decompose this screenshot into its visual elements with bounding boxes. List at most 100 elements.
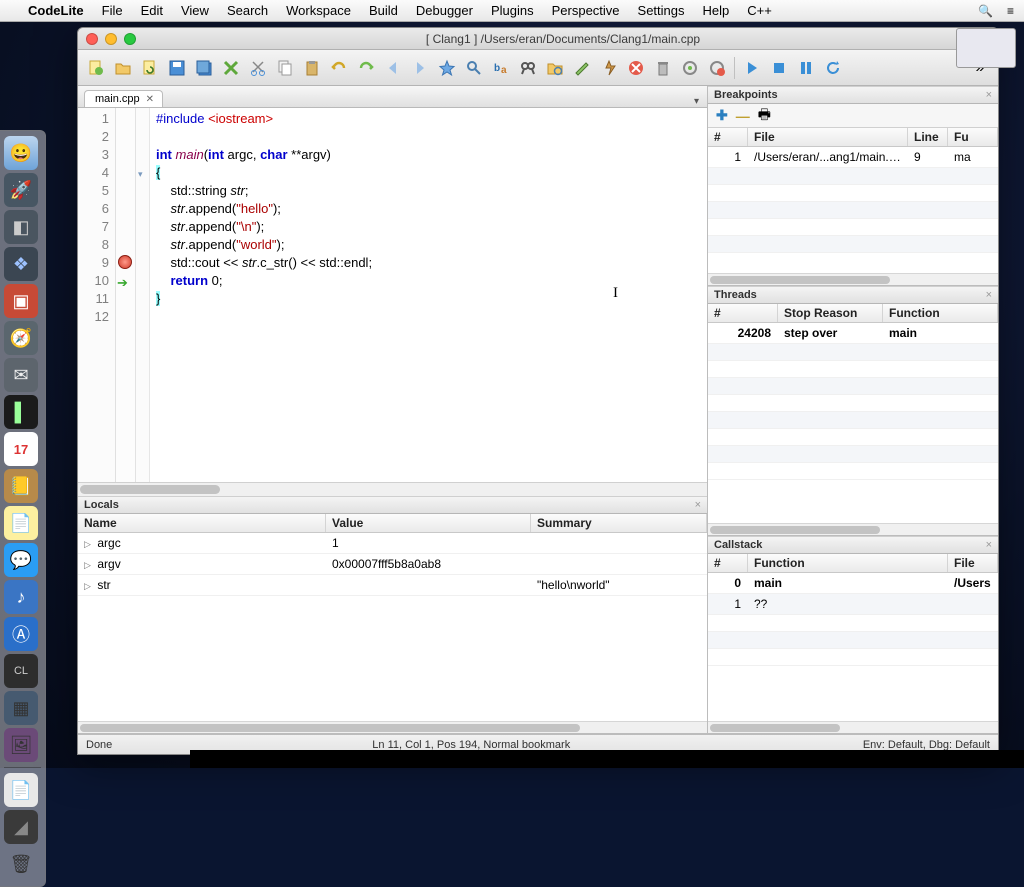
threads-hscrollbar[interactable] — [708, 523, 998, 535]
threads-close-icon[interactable]: × — [986, 289, 992, 301]
reload-icon[interactable] — [138, 56, 162, 80]
menubar-plugins[interactable]: Plugins — [491, 3, 534, 18]
build-icon[interactable] — [597, 56, 621, 80]
close-icon[interactable] — [219, 56, 243, 80]
menubar-view[interactable]: View — [181, 3, 209, 18]
cut-icon[interactable] — [246, 56, 270, 80]
dock-messages-icon[interactable]: 💬 — [4, 543, 38, 577]
dock-launchpad-icon[interactable]: 🚀 — [4, 173, 38, 207]
dock-notes-icon[interactable]: 📄 — [4, 506, 38, 540]
menubar-app[interactable]: CodeLite — [28, 3, 84, 18]
menubar-file[interactable]: File — [102, 3, 123, 18]
debug-pause-icon[interactable] — [794, 56, 818, 80]
remove-breakpoint-icon[interactable]: — — [736, 108, 750, 124]
open-folder-icon[interactable] — [111, 56, 135, 80]
menubar-perspective[interactable]: Perspective — [552, 3, 620, 18]
breakpoints-close-icon[interactable]: × — [986, 89, 992, 101]
dock-contacts-icon[interactable]: 📒 — [4, 469, 38, 503]
dock-document-icon[interactable]: 📄 — [4, 773, 38, 807]
locals-hscrollbar[interactable] — [78, 721, 707, 733]
menubar-search[interactable]: Search — [227, 3, 268, 18]
undo-icon[interactable] — [327, 56, 351, 80]
highlight-icon[interactable] — [570, 56, 594, 80]
dock-itunes-icon[interactable]: ♪ — [4, 580, 38, 614]
dock-trash-icon[interactable]: 🗑 — [4, 847, 38, 881]
forward-icon[interactable] — [408, 56, 432, 80]
dock-disk-icon[interactable]: ◢ — [4, 810, 38, 844]
spotlight-icon[interactable]: 🔍 — [978, 4, 993, 18]
code-editor[interactable]: 123456789101112 ➔ ▾ #include <iostream> … — [78, 108, 707, 482]
copy-icon[interactable] — [273, 56, 297, 80]
find-replace-icon[interactable]: ba — [489, 56, 513, 80]
dock-blocks-icon[interactable]: ▦ — [4, 691, 38, 725]
dock-preview-icon[interactable]: 🖼 — [4, 728, 38, 762]
redo-icon[interactable] — [354, 56, 378, 80]
callstack-row[interactable]: 0 main /Users — [708, 573, 998, 594]
locals-row[interactable]: ▷ argc 1 — [78, 533, 707, 554]
debug-restart-icon[interactable] — [821, 56, 845, 80]
locals-col-value[interactable]: Value — [326, 514, 531, 532]
dock-safari-icon[interactable]: 🧭 — [4, 321, 38, 355]
locals-col-name[interactable]: Name — [78, 514, 326, 532]
locals-panel-header[interactable]: Locals × — [78, 496, 707, 514]
callstack-panel-header[interactable]: Callstack × — [708, 536, 998, 554]
dock-mail-icon[interactable]: ✉ — [4, 358, 38, 392]
code-content[interactable]: #include <iostream> int main(int argc, c… — [150, 108, 707, 482]
window-close-icon[interactable] — [86, 33, 98, 45]
save-icon[interactable] — [165, 56, 189, 80]
window-minimize-icon[interactable] — [105, 33, 117, 45]
debug-stop-icon[interactable] — [767, 56, 791, 80]
debug-start-icon[interactable] — [740, 56, 764, 80]
menubar-debugger[interactable]: Debugger — [416, 3, 473, 18]
dock-terminal-icon[interactable]: ▌ — [4, 395, 38, 429]
menubar-help[interactable]: Help — [703, 3, 730, 18]
callstack-close-icon[interactable]: × — [986, 539, 992, 551]
bookmark-icon[interactable] — [435, 56, 459, 80]
new-file-icon[interactable] — [84, 56, 108, 80]
clean-icon[interactable] — [651, 56, 675, 80]
add-breakpoint-icon[interactable]: ✚ — [716, 107, 728, 124]
threads-panel-header[interactable]: Threads × — [708, 286, 998, 304]
breakpoints-panel-header[interactable]: Breakpoints × — [708, 86, 998, 104]
threads-header-row[interactable]: # Stop Reason Function — [708, 304, 998, 323]
locals-row[interactable]: ▷ argv 0x00007fff5b8a0ab8 — [78, 554, 707, 575]
tab-main-cpp[interactable]: main.cpp ✕ — [84, 90, 163, 107]
back-icon[interactable] — [381, 56, 405, 80]
breakpoint-settings-icon[interactable]: 🖶 — [758, 104, 771, 128]
find-icon[interactable] — [462, 56, 486, 80]
window-titlebar[interactable]: [ Clang1 ] /Users/eran/Documents/Clang1/… — [78, 28, 998, 50]
fold-column[interactable]: ▾ — [136, 108, 150, 482]
stop-build-icon[interactable] — [624, 56, 648, 80]
breakpoint-row[interactable]: 1 /Users/eran/...ang1/main.cpp 9 ma — [708, 147, 998, 168]
build-run-icon[interactable] — [678, 56, 702, 80]
locals-col-summary[interactable]: Summary — [531, 514, 707, 532]
breakpoints-hscrollbar[interactable] — [708, 273, 998, 285]
tab-close-icon[interactable]: ✕ — [146, 94, 154, 105]
thread-row[interactable]: 24208 step over main — [708, 323, 998, 344]
callstack-hscrollbar[interactable] — [708, 721, 998, 733]
dock-appstore-icon[interactable]: ❖ — [4, 247, 38, 281]
paste-icon[interactable] — [300, 56, 324, 80]
callstack-row[interactable]: 1 ?? — [708, 594, 998, 615]
locals-header-row[interactable]: Name Value Summary — [78, 514, 707, 533]
dock-finder-icon[interactable]: 😀 — [4, 136, 38, 170]
window-zoom-icon[interactable] — [124, 33, 136, 45]
build-stop-icon[interactable] — [705, 56, 729, 80]
menubar-edit[interactable]: Edit — [141, 3, 163, 18]
dock-calendar-icon[interactable]: 17 — [4, 432, 38, 466]
locals-close-icon[interactable]: × — [695, 499, 701, 511]
marker-margin[interactable]: ➔ — [116, 108, 136, 482]
breakpoints-header-row[interactable]: # File Line Fu — [708, 128, 998, 147]
callstack-header-row[interactable]: # Function File — [708, 554, 998, 573]
find-in-files-icon[interactable] — [516, 56, 540, 80]
breakpoint-marker-icon[interactable] — [118, 255, 132, 269]
locals-row[interactable]: ▷ str "hello\nworld" — [78, 575, 707, 596]
save-all-icon[interactable] — [192, 56, 216, 80]
menubar-cpp[interactable]: C++ — [747, 3, 772, 18]
tabs-dropdown-icon[interactable]: ▾ — [694, 96, 699, 107]
window-preview-thumb[interactable] — [956, 28, 1016, 68]
menubar-settings[interactable]: Settings — [638, 3, 685, 18]
dock-app-icon[interactable]: ▣ — [4, 284, 38, 318]
menubar-workspace[interactable]: Workspace — [286, 3, 351, 18]
dock-appstore2-icon[interactable]: Ⓐ — [4, 617, 38, 651]
